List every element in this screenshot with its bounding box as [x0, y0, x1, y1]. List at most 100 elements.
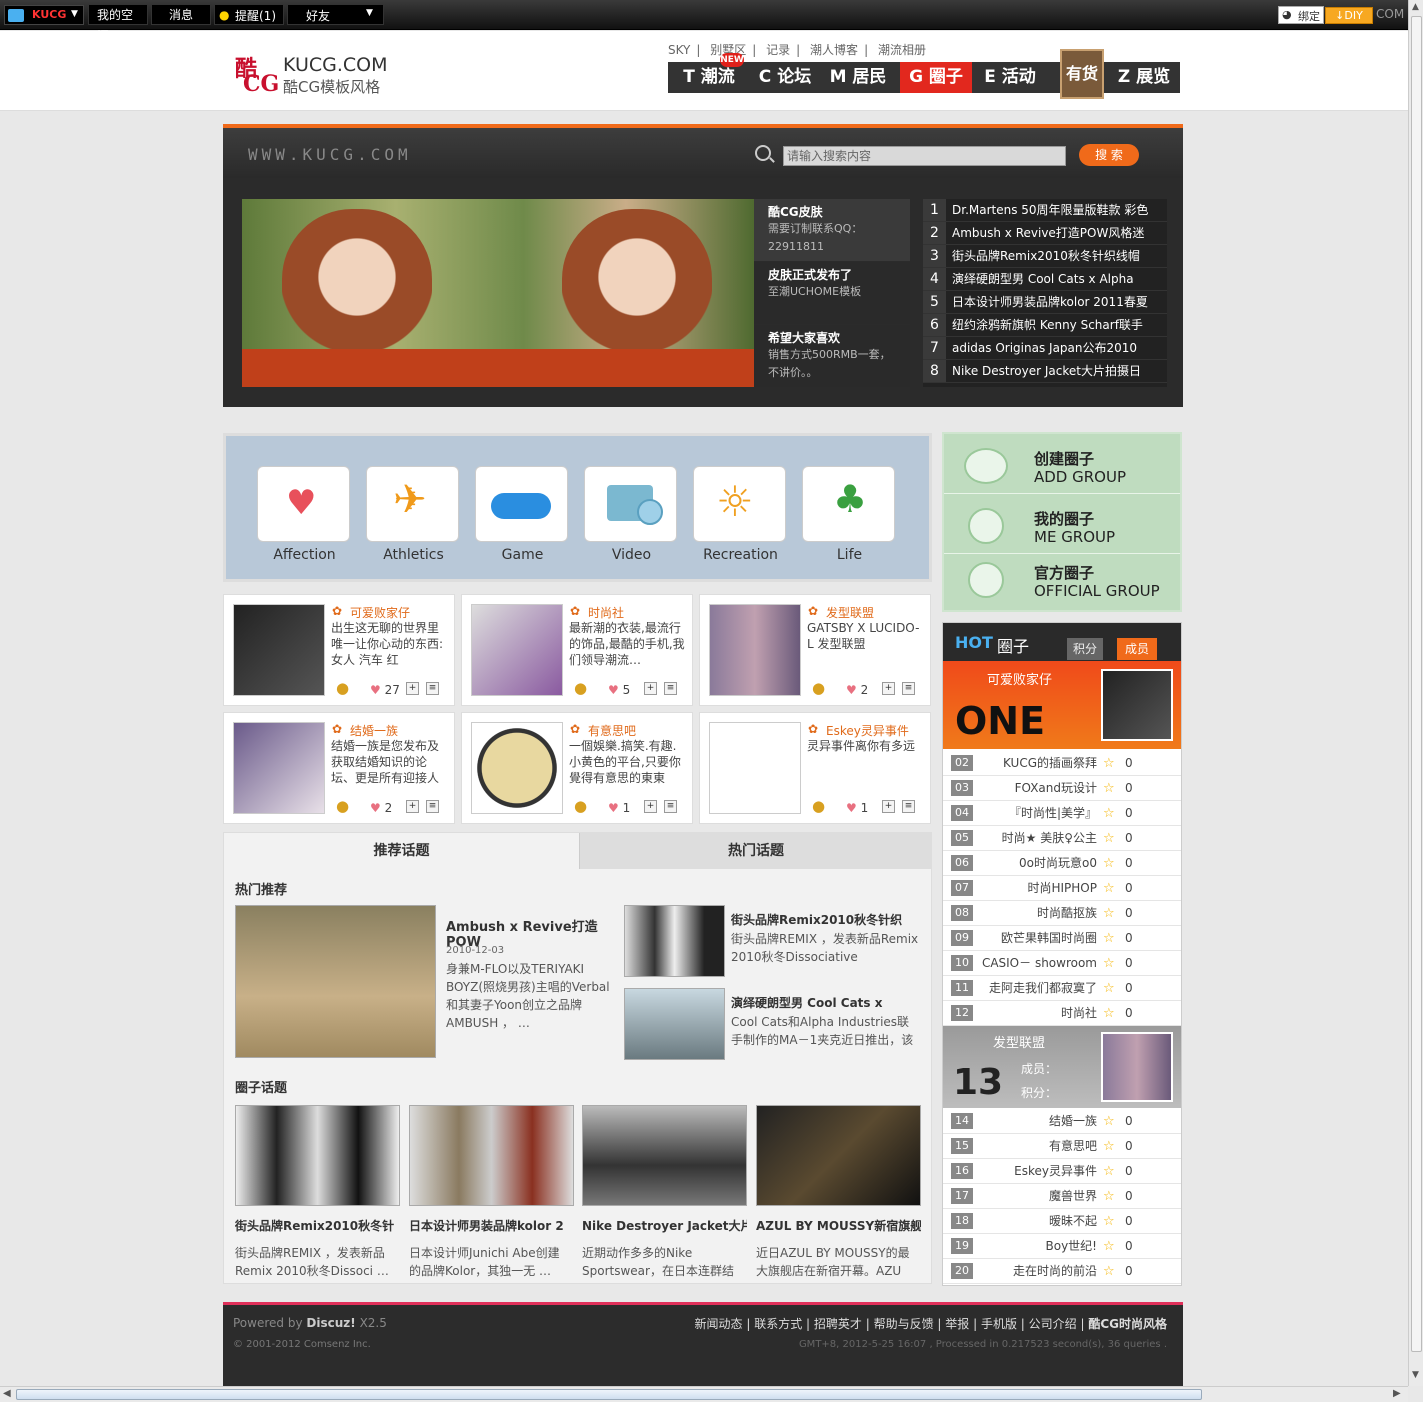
group-thumbnail[interactable] — [233, 604, 325, 696]
vertical-scrollbar[interactable]: ▲ ▼ — [1408, 0, 1423, 1386]
topic-image[interactable] — [582, 1105, 747, 1206]
sub-link-blog[interactable]: 潮人博客 — [810, 43, 858, 57]
ranking-item[interactable]: 8 Nike Destroyer Jacket大片拍摄日 — [923, 360, 1167, 383]
site-logo[interactable]: 酷 CG — [233, 53, 279, 97]
scroll-down-icon[interactable]: ▼ — [1412, 1370, 1419, 1380]
tab-recommended[interactable]: 推荐话题 — [224, 833, 579, 869]
group-name[interactable]: 可爱败家仔 — [350, 604, 410, 621]
search-button[interactable]: 搜 索 — [1079, 144, 1139, 166]
group-thumbnail[interactable] — [709, 604, 801, 696]
nav-exhibition[interactable]: Z 展览 — [1108, 62, 1180, 93]
ranking-item[interactable]: 3 街头品牌Remix2010秋冬针织线帽 — [923, 245, 1167, 268]
menu-button[interactable]: ≡ — [426, 682, 439, 695]
topic-title[interactable]: AZUL BY MOUSSY新宿旗舰 — [756, 1217, 921, 1234]
hot-group-row[interactable]: 03 FOXand玩设计 ☆ 0 — [943, 776, 1181, 801]
tab-members[interactable]: 成员 — [1117, 638, 1157, 660]
create-group-link[interactable]: 创建圈子 ADD GROUP — [944, 438, 1180, 494]
footer-link[interactable]: 帮助与反馈 — [874, 1317, 934, 1331]
footer-link[interactable]: 招聘英才 — [814, 1317, 862, 1331]
topbar-messages[interactable]: 消息 — [151, 4, 211, 25]
nav-forum[interactable]: C 论坛 — [750, 62, 820, 93]
hot-group-row[interactable]: 15 有意思吧 ☆ 0 — [943, 1134, 1181, 1159]
scroll-thumb[interactable] — [1411, 16, 1422, 1352]
brand-logo[interactable]: KUCG ▼ — [4, 5, 84, 25]
footer-link[interactable]: 举报 — [945, 1317, 969, 1331]
hot-group-row[interactable]: 17 魔兽世界 ☆ 0 — [943, 1184, 1181, 1209]
group-card[interactable]: ✿ 可爱败家仔 出生这无聊的世界里 唯一让你心动的东西: 女人 汽车 红 ● ♥… — [223, 594, 455, 706]
scroll-left-icon[interactable]: ◀ — [3, 1388, 11, 1399]
horizontal-scrollbar[interactable]: ◀ ▶ — [0, 1386, 1408, 1402]
hot-group-row[interactable]: 10 CASIO－ showroom ☆ 0 — [943, 951, 1181, 976]
topic-title[interactable]: 街头品牌Remix2010秋冬针 — [235, 1217, 400, 1234]
ranking-item[interactable]: 6 纽约涂鸦新旗帜 Kenny Scharf联手 — [923, 314, 1167, 337]
hot-group-row[interactable]: 20 走在时尚的前沿 ☆ 0 — [943, 1259, 1181, 1284]
scroll-thumb[interactable] — [16, 1389, 1202, 1400]
store-badge[interactable]: 有货 — [1060, 49, 1104, 99]
menu-button[interactable]: ≡ — [902, 682, 915, 695]
official-group-link[interactable]: 官方圈子 OFFICIAL GROUP — [944, 552, 1180, 608]
group-thumbnail[interactable] — [709, 722, 801, 814]
hot-group-row[interactable]: 11 走阿走我们都寂寞了 ☆ 0 — [943, 976, 1181, 1001]
ranking-item[interactable]: 5 日本设计师男装品牌kolor 2011春夏 — [923, 291, 1167, 314]
topbar-my-space[interactable]: 我的空间 — [88, 4, 148, 43]
scroll-right-icon[interactable]: ▶ — [1393, 1388, 1401, 1399]
group-card[interactable]: ✿ 结婚一族 结婚一族是您发布及获取结婚知识的论坛、更是所有迎接人 ● ♥ 2 … — [223, 712, 455, 824]
diy-button[interactable]: ↓DIY — [1325, 7, 1373, 24]
topic-image[interactable] — [235, 1105, 400, 1206]
hot-group-row[interactable]: 16 Eskey灵异事件 ☆ 0 — [943, 1159, 1181, 1184]
group-card[interactable]: ✿ 有意思吧 一個娛樂.搞笑.有趣.小黄色的平台,只要你覺得有意思的東東 ● ♥… — [461, 712, 693, 824]
nav-residents[interactable]: M 居民 — [820, 62, 896, 93]
topic-title[interactable]: 日本设计师男装品牌kolor 2 — [409, 1217, 574, 1234]
ranking-item[interactable]: 7 adidas Originas Japan公布2010 — [923, 337, 1167, 360]
hot-group-row[interactable]: 18 暧昧不起 ☆ 0 — [943, 1209, 1181, 1234]
menu-button[interactable]: ≡ — [664, 800, 677, 813]
feature-group-name[interactable]: 发型联盟 — [993, 1032, 1045, 1051]
add-button[interactable]: + — [882, 800, 895, 813]
hot-group-row[interactable]: 08 时尚酷抠族 ☆ 0 — [943, 901, 1181, 926]
hot-group-row[interactable]: 09 欧芒果韩国时尚圈 ☆ 0 — [943, 926, 1181, 951]
topbar-reminders[interactable]: ● 提醒(1) — [214, 4, 284, 25]
footer-link[interactable]: 新闻动态 — [695, 1317, 743, 1331]
nav-events[interactable]: E 活动 — [974, 62, 1046, 93]
group-name[interactable]: 有意思吧 — [588, 722, 636, 739]
group-thumbnail[interactable] — [233, 722, 325, 814]
hot-group-row[interactable]: 04 『时尚性|美学』 ☆ 0 — [943, 801, 1181, 826]
my-group-link[interactable]: 我的圈子 ME GROUP — [944, 498, 1180, 554]
group-name[interactable]: 发型联盟 — [826, 604, 874, 621]
sub-link-album[interactable]: 潮流相册 — [878, 43, 926, 57]
footer-link[interactable]: 手机版 — [981, 1317, 1017, 1331]
ranking-item[interactable]: 4 演绎硬朗型男 Cool Cats x Alpha — [923, 268, 1167, 291]
category-affection[interactable]: ♥ Affection — [257, 466, 350, 563]
group-name[interactable]: 结婚一族 — [350, 722, 398, 739]
slide-item[interactable]: 酷CG皮肤 需要订制联系QQ：22911811 — [754, 199, 910, 261]
topic-image[interactable] — [756, 1105, 921, 1206]
add-button[interactable]: + — [644, 682, 657, 695]
ranking-item[interactable]: 2 Ambush x Revive打造POW风格迷 — [923, 222, 1167, 245]
side-topic-title[interactable]: 街头品牌Remix2010秋冬针织 — [731, 911, 921, 928]
group-card[interactable]: ✿ Eskey灵异事件 灵异事件离你有多远 ● ♥ 1 + ≡ — [699, 712, 931, 824]
feature-group-thumbnail[interactable] — [1101, 1032, 1173, 1102]
sub-link-record[interactable]: 记录 — [766, 43, 790, 57]
logo-title[interactable]: KUCG.COM — [283, 54, 388, 76]
search-input[interactable]: 请输入搜索内容 — [783, 146, 1066, 166]
tab-points[interactable]: 积分 — [1067, 638, 1103, 660]
top-group-feature[interactable]: 可爱败家仔 ONE — [943, 661, 1181, 749]
footer-link[interactable]: 公司介绍 — [1029, 1317, 1077, 1331]
add-button[interactable]: + — [406, 800, 419, 813]
add-button[interactable]: + — [406, 682, 419, 695]
add-button[interactable]: + — [644, 800, 657, 813]
hot-group-row[interactable]: 14 结婚一族 ☆ 0 — [943, 1109, 1181, 1134]
hot-group-row[interactable]: 12 时尚社 ☆ 0 — [943, 1001, 1181, 1026]
nav-groups[interactable]: G 圈子 — [900, 62, 972, 93]
hot-group-row[interactable]: 06 0o时尚玩意o0 ☆ 0 — [943, 851, 1181, 876]
group-name[interactable]: Eskey灵异事件 — [826, 722, 909, 739]
topbar-friends[interactable]: 好友 ▼ — [287, 4, 384, 25]
category-life[interactable]: ♣ Life — [802, 466, 895, 563]
category-game[interactable]: Game — [475, 466, 568, 563]
slide-item[interactable]: 皮肤正式发布了 至潮UCHOME模板 — [754, 262, 910, 324]
group-name[interactable]: 时尚社 — [588, 604, 624, 621]
top-group-name[interactable]: 可爱败家仔 — [987, 669, 1052, 688]
group-card[interactable]: ✿ 时尚社 最新潮的衣装,最流行的饰品,最酷的手机,我们领导潮流… ● ♥ 5 … — [461, 594, 693, 706]
menu-button[interactable]: ≡ — [902, 800, 915, 813]
discuz-link[interactable]: Discuz! — [306, 1316, 355, 1330]
